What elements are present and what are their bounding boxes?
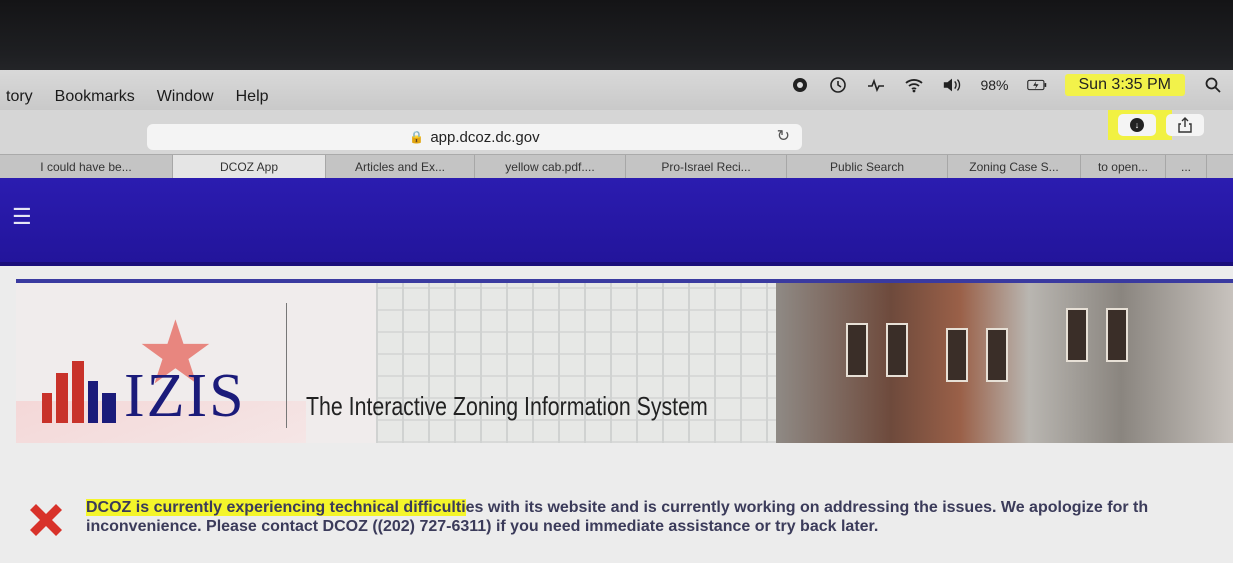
alert-line1-rest: es with its website and is currently wor…	[465, 499, 1149, 516]
share-button[interactable]	[1166, 114, 1204, 136]
battery-percent: 98%	[980, 77, 1009, 93]
lock-icon: 🔒	[409, 130, 425, 144]
tab-1[interactable]: I could have be...	[0, 155, 173, 179]
download-arrow-icon: ↓	[1130, 118, 1144, 132]
rowhouses-photo	[776, 283, 1233, 443]
menu-clock[interactable]: Sun 3:35 PM	[1064, 74, 1185, 96]
tab-yellow-cab[interactable]: yellow cab.pdf....	[475, 155, 626, 179]
spotlight-search-icon[interactable]	[1203, 75, 1223, 95]
error-x-icon	[30, 504, 62, 536]
menu-window[interactable]: Window	[157, 88, 214, 106]
menu-history[interactable]: tory	[6, 88, 33, 106]
address-bar[interactable]: 🔒 app.dcoz.dc.gov ↻	[147, 124, 802, 150]
hamburger-menu-icon[interactable]: ☰	[12, 204, 32, 230]
logo-divider	[286, 303, 287, 428]
tab-bar: I could have be... DCOZ App Articles and…	[0, 154, 1233, 179]
wifi-icon[interactable]	[904, 75, 924, 95]
izis-banner: ★ IZIS The Interactive Zoning Informatio…	[16, 279, 1233, 443]
window-shape	[846, 323, 868, 377]
menu-items: tory Bookmarks Window Help	[0, 74, 291, 106]
tab-to-open[interactable]: to open...	[1081, 155, 1166, 179]
tab-zoning-case[interactable]: Zoning Case S...	[948, 155, 1081, 179]
screen: tory Bookmarks Window Help 98% Sun 3:35 …	[0, 70, 1233, 563]
banner-tagline: The Interactive Zoning Information Syste…	[306, 391, 708, 421]
tab-overflow[interactable]: ...	[1166, 155, 1207, 179]
activity-icon[interactable]	[866, 75, 886, 95]
header-stripe	[0, 262, 1233, 266]
time-machine-icon[interactable]	[828, 75, 848, 95]
address-text: app.dcoz.dc.gov	[430, 128, 540, 146]
logo-text: IZIS	[124, 362, 246, 430]
alert-message: DCOZ is currently experiencing technical…	[86, 498, 1148, 536]
menu-help[interactable]: Help	[236, 88, 269, 106]
reload-icon[interactable]: ↻	[777, 126, 790, 146]
menu-bookmarks[interactable]: Bookmarks	[55, 88, 135, 106]
window-shape	[886, 323, 908, 377]
battery-icon[interactable]	[1026, 75, 1047, 95]
browser-toolbar: 🔒 app.dcoz.dc.gov ↻	[0, 110, 1233, 154]
tab-pro-israel[interactable]: Pro-Israel Reci...	[626, 155, 787, 179]
alert-highlighted-text: DCOZ is currently experiencing technical…	[86, 499, 466, 516]
menu-bar: tory Bookmarks Window Help 98% Sun 3:35 …	[0, 70, 1233, 110]
share-icon	[1178, 117, 1192, 133]
window-shape	[986, 328, 1008, 382]
volume-icon[interactable]	[942, 75, 962, 95]
window-shape	[1106, 308, 1128, 362]
tab-dcoz-app[interactable]: DCOZ App	[173, 155, 326, 179]
error-alert: DCOZ is currently experiencing technical…	[0, 490, 1233, 563]
downloads-button[interactable]: ↓	[1118, 114, 1156, 136]
tab-public-search[interactable]: Public Search	[787, 155, 948, 179]
app-circle-icon[interactable]	[790, 75, 810, 95]
tab-articles[interactable]: Articles and Ex...	[326, 155, 475, 179]
skyline-bars-icon	[42, 361, 116, 423]
window-shape	[1066, 308, 1088, 362]
site-header: ☰	[0, 178, 1233, 266]
alert-line2: inconvenience. Please contact DCOZ ((202…	[86, 518, 879, 535]
status-area: 98% Sun 3:35 PM	[790, 74, 1223, 96]
window-shape	[946, 328, 968, 382]
